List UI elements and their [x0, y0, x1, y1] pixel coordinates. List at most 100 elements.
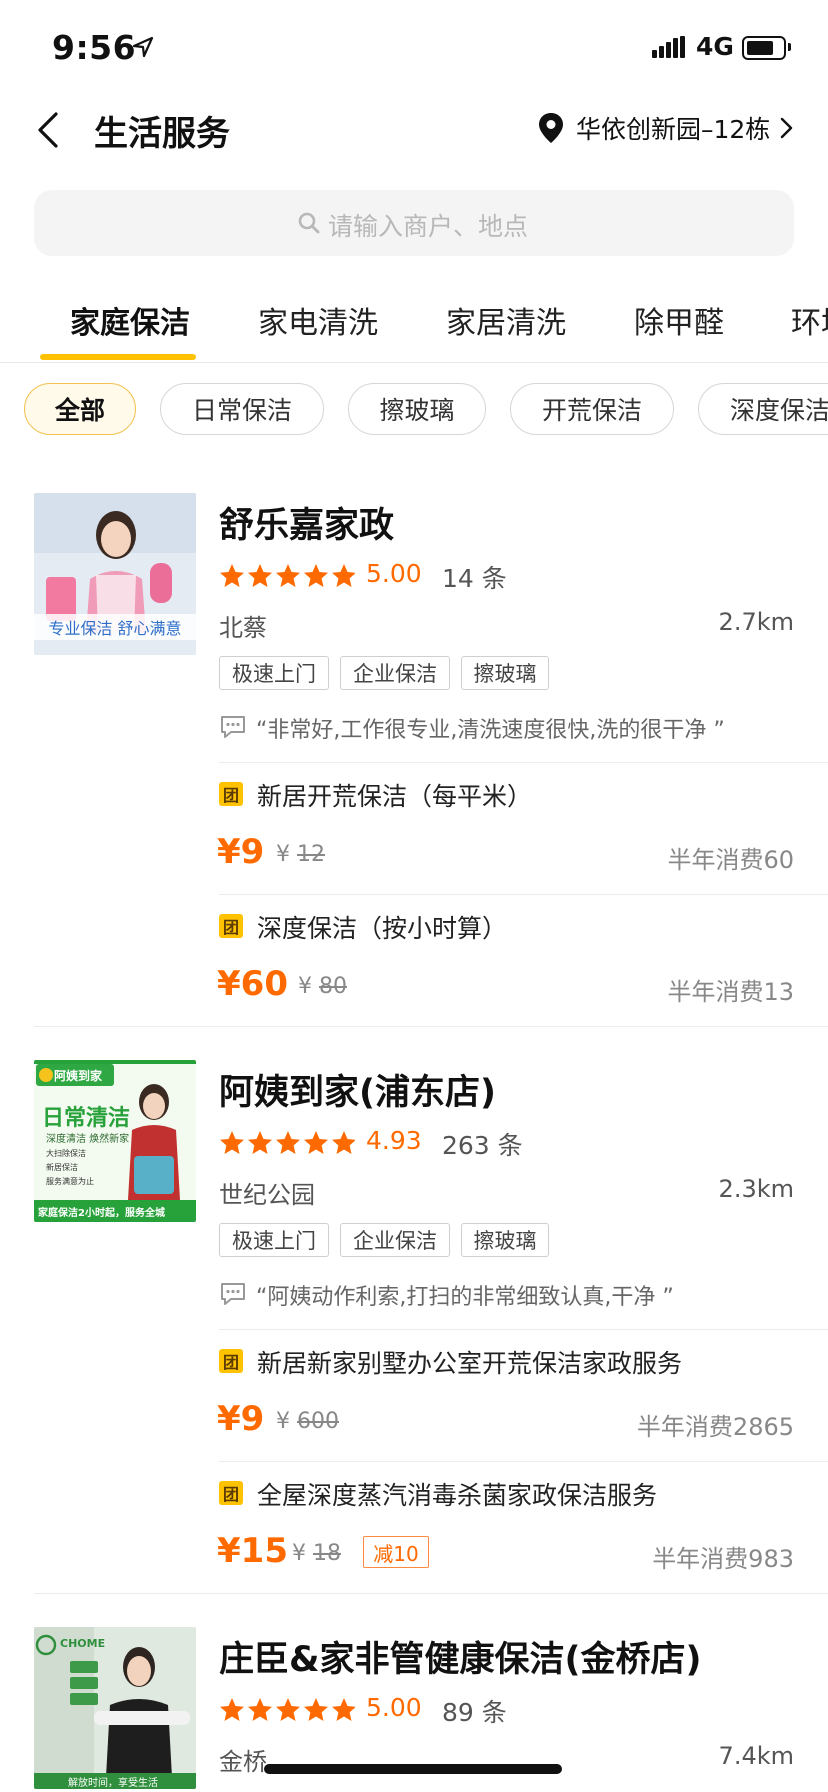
status-time: 9:56 — [52, 28, 137, 67]
thumbnail-footer: 解放时间，享受生活 — [68, 1778, 158, 1789]
review-count: 89 条 — [442, 1698, 507, 1727]
rating-value: 5.00 — [366, 559, 422, 588]
tabs-divider — [0, 362, 828, 363]
group-buy-badge: 团 — [219, 1481, 243, 1505]
divider — [219, 762, 828, 763]
tag: 擦玻璃 — [461, 656, 549, 690]
review-count: 263 条 — [442, 1131, 523, 1160]
sales-count: 半年消费60 — [667, 846, 794, 874]
comment-icon — [221, 1283, 245, 1305]
search-placeholder[interactable]: 请输入商户、地点 — [328, 207, 528, 243]
location-label[interactable]: 华依创新园–12栋 — [576, 110, 770, 146]
thumbnail-footer: 家庭保洁2小时起，服务全城 — [38, 1208, 165, 1219]
shop-thumbnail[interactable]: 专业保洁 舒心满意 — [34, 493, 196, 655]
tag: 企业保洁 — [340, 656, 450, 690]
tab-furniture-cleaning[interactable]: 家居清洗 — [446, 298, 566, 342]
sales-count: 半年消费983 — [652, 1545, 794, 1573]
discount-badge: 减10 — [363, 1536, 429, 1568]
deal-title[interactable]: 新居新家别墅办公室开荒保洁家政服务 — [257, 1344, 682, 1380]
shop-area: 北蔡 — [219, 614, 267, 642]
orig-amount: 12 — [297, 842, 325, 867]
orig-amount: 80 — [319, 974, 347, 999]
orig-amount: 600 — [297, 1409, 339, 1434]
chip-deep-cleaning[interactable]: 深度保洁 — [698, 383, 828, 435]
rating-value: 4.93 — [366, 1126, 422, 1155]
rating-stars-icon — [220, 564, 355, 587]
shop-area: 世纪公园 — [219, 1181, 315, 1209]
deal-price: ¥9 — [217, 832, 265, 872]
location-pin-icon[interactable] — [538, 112, 564, 144]
tag: 企业保洁 — [340, 1223, 450, 1257]
back-icon[interactable] — [34, 110, 64, 150]
chip-window-cleaning[interactable]: 擦玻璃 — [348, 383, 486, 435]
group-buy-badge: 团 — [219, 914, 243, 938]
shop-name[interactable]: 舒乐嘉家政 — [219, 497, 394, 548]
original-price: ¥ 600 — [276, 1409, 339, 1434]
orig-currency: ¥ — [292, 1541, 306, 1566]
orig-currency: ¥ — [276, 1409, 290, 1434]
thumbnail-headline: 日常清洁 — [42, 1106, 131, 1131]
divider — [219, 894, 828, 895]
comment-icon — [221, 716, 245, 738]
tag: 擦玻璃 — [461, 1223, 549, 1257]
rating-stars-icon — [220, 1698, 355, 1721]
network-label: 4G — [696, 32, 734, 61]
divider — [219, 1329, 828, 1330]
tab-environment[interactable]: 环境 — [791, 298, 828, 342]
deal-price: ¥15 — [217, 1531, 288, 1571]
chip-daily-cleaning[interactable]: 日常保洁 — [160, 383, 324, 435]
tab-formaldehyde-removal[interactable]: 除甲醛 — [634, 298, 724, 342]
original-price: ¥ 80 — [298, 974, 347, 999]
deal-price: ¥9 — [217, 1399, 265, 1439]
thumbnail-item: 服务满意为止 — [46, 1177, 94, 1186]
shop-area: 金桥 — [219, 1748, 267, 1776]
orig-amount: 18 — [313, 1541, 341, 1566]
shop-name[interactable]: 阿姨到家(浦东店) — [219, 1064, 496, 1115]
original-price: ¥ 18 — [292, 1541, 341, 1566]
card-divider — [34, 1026, 828, 1027]
deal-title[interactable]: 新居开荒保洁（每平米） — [257, 777, 532, 813]
battery-tip — [788, 43, 791, 51]
shop-name[interactable]: 庄臣&家非管健康保洁(金桥店) — [219, 1631, 702, 1682]
tag: 极速上门 — [219, 656, 329, 690]
thumbnail-item: 新居保洁 — [46, 1163, 78, 1172]
deal-title[interactable]: 深度保洁（按小时算） — [257, 909, 507, 945]
chip-all[interactable]: 全部 — [24, 383, 136, 435]
sales-count: 半年消费2865 — [636, 1413, 794, 1441]
search-icon — [298, 212, 320, 234]
rating-value: 5.00 — [366, 1693, 422, 1722]
page-title: 生活服务 — [94, 114, 230, 154]
chip-post-renovation[interactable]: 开荒保洁 — [510, 383, 674, 435]
rating-stars-icon — [220, 1131, 355, 1154]
thumbnail-brand: 阿姨到家 — [54, 1069, 103, 1083]
shop-thumbnail[interactable]: CHOME 解放时间，享受生活 — [34, 1627, 196, 1789]
battery-icon — [742, 36, 786, 60]
group-buy-badge: 团 — [219, 1349, 243, 1373]
chevron-right-icon[interactable] — [778, 116, 794, 140]
shop-distance: 2.3km — [718, 1175, 794, 1203]
tab-appliance-cleaning[interactable]: 家电清洗 — [258, 298, 378, 342]
original-price: ¥ 12 — [276, 842, 325, 867]
cleaner-photo — [34, 1627, 196, 1789]
thumbnail-item: 大扫除保洁 — [46, 1149, 86, 1158]
card-divider — [34, 1593, 828, 1594]
tag: 极速上门 — [219, 1223, 329, 1257]
divider — [219, 1461, 828, 1462]
thumbnail-subline: 深度清洁 焕然新家 — [46, 1134, 130, 1145]
deal-title[interactable]: 全屋深度蒸汽消毒杀菌家政保洁服务 — [257, 1476, 657, 1512]
shop-thumbnail[interactable]: 阿姨到家 日常清洁 深度清洁 焕然新家 大扫除保洁 新居保洁 服务满意为止 家庭… — [34, 1060, 196, 1222]
deal-price: ¥60 — [217, 964, 288, 1004]
review-quote: “阿姨动作利索,打扫的非常细致认真,干净 ” — [256, 1285, 674, 1310]
sales-count: 半年消费13 — [667, 978, 794, 1006]
orig-currency: ¥ — [276, 842, 290, 867]
thumbnail-brand: CHOME — [60, 1637, 106, 1650]
thumbnail-caption: 专业保洁 舒心满意 — [34, 614, 196, 640]
home-indicator[interactable] — [264, 1764, 562, 1774]
review-count: 14 条 — [442, 564, 507, 593]
shop-distance: 7.4km — [718, 1742, 794, 1770]
shop-distance: 2.7km — [718, 608, 794, 636]
tab-home-cleaning[interactable]: 家庭保洁 — [70, 298, 190, 342]
review-quote: “非常好,工作很专业,清洗速度很快,洗的很干净 ” — [256, 718, 725, 743]
group-buy-badge: 团 — [219, 782, 243, 806]
location-arrow-icon — [132, 36, 154, 58]
